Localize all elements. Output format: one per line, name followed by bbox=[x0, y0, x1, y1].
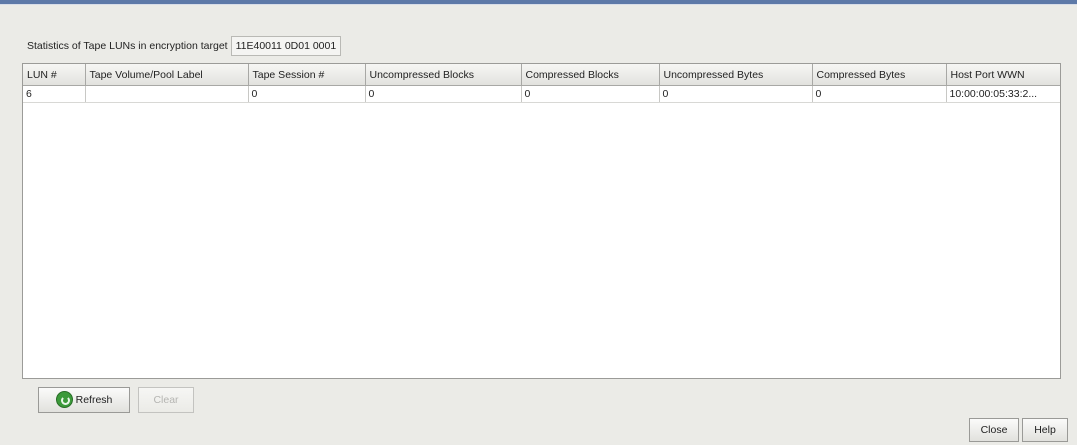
column-header-uncompressed-blocks[interactable]: Uncompressed Blocks bbox=[365, 64, 522, 86]
refresh-icon bbox=[55, 390, 73, 408]
encryption-target-label: Statistics of Tape LUNs in encryption ta… bbox=[27, 40, 228, 52]
cell-tape-volume-pool-label bbox=[85, 85, 249, 103]
clear-button-label: Clear bbox=[153, 394, 179, 406]
refresh-button-label: Refresh bbox=[75, 394, 113, 406]
refresh-button[interactable]: Refresh bbox=[38, 387, 130, 413]
encryption-target-row: Statistics of Tape LUNs in encryption ta… bbox=[27, 36, 342, 56]
cell-uncompressed-blocks: 0 bbox=[365, 85, 522, 103]
clear-button[interactable]: Clear bbox=[138, 387, 194, 413]
cell-uncompressed-bytes: 0 bbox=[659, 85, 813, 103]
column-header-tape-session[interactable]: Tape Session # bbox=[248, 64, 366, 86]
table-header-row: LUN # Tape Volume/Pool Label Tape Sessio… bbox=[23, 64, 1060, 86]
help-button-label: Help bbox=[1034, 424, 1056, 436]
close-button[interactable]: Close bbox=[969, 418, 1019, 442]
column-header-uncompressed-bytes[interactable]: Uncompressed Bytes bbox=[659, 64, 813, 86]
table-row[interactable]: 6 0 0 0 0 0 10:00:00:05:33:2... bbox=[23, 85, 1060, 103]
column-header-compressed-bytes[interactable]: Compressed Bytes bbox=[812, 64, 947, 86]
column-header-lun[interactable]: LUN # bbox=[23, 64, 86, 86]
close-button-label: Close bbox=[980, 424, 1008, 436]
window-top-border bbox=[0, 0, 1077, 5]
column-header-tape-volume-pool-label[interactable]: Tape Volume/Pool Label bbox=[85, 64, 249, 86]
help-button[interactable]: Help bbox=[1022, 418, 1068, 442]
tape-lun-statistics-table[interactable]: LUN # Tape Volume/Pool Label Tape Sessio… bbox=[22, 63, 1061, 379]
cell-tape-session: 0 bbox=[248, 85, 366, 103]
column-header-compressed-blocks[interactable]: Compressed Blocks bbox=[521, 64, 660, 86]
column-header-host-port-wwn[interactable]: Host Port WWN bbox=[946, 64, 1060, 86]
cell-compressed-blocks: 0 bbox=[521, 85, 660, 103]
encryption-target-value: 11E40011 0D01 0001 bbox=[230, 36, 342, 56]
cell-host-port-wwn: 10:00:00:05:33:2... bbox=[946, 85, 1060, 103]
cell-compressed-bytes: 0 bbox=[812, 85, 947, 103]
cell-lun: 6 bbox=[23, 85, 86, 103]
